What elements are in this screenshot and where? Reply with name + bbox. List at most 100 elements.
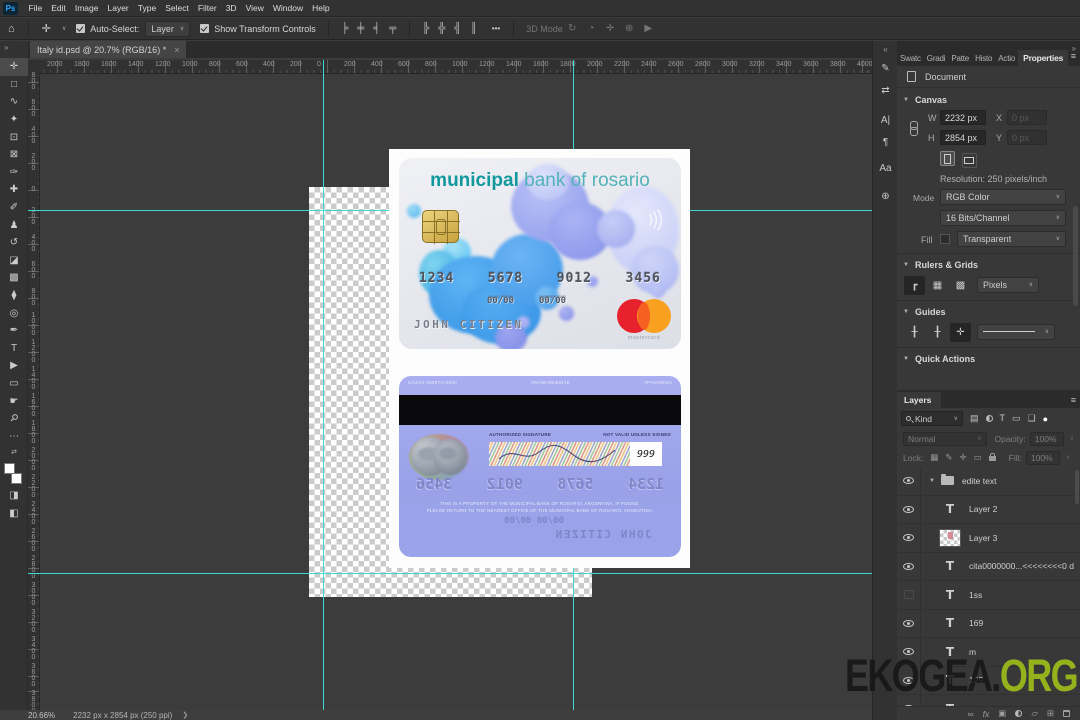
layer-filter-kind-dropdown[interactable]: Kind ∨ [901, 411, 963, 426]
panel-tab-patte[interactable]: Patte [948, 51, 972, 66]
menu-view[interactable]: View [241, 3, 268, 13]
layer-name[interactable]: cita0000000...<<<<<<<<0 d [969, 561, 1074, 571]
ruler-toggle-icon[interactable]: ┏ [904, 275, 925, 295]
panel-tab-gradi[interactable]: Gradi [924, 51, 949, 66]
ruler-units-dropdown[interactable]: Pixels ∨ [977, 276, 1039, 293]
menu-help[interactable]: Help [308, 3, 334, 13]
move-tool[interactable]: ✛ [0, 58, 28, 76]
guide-style-dropdown[interactable]: ∨ [977, 323, 1055, 340]
lock-all-icon[interactable] [988, 453, 996, 461]
layer-name[interactable]: 1ss [969, 590, 982, 600]
tool-preset-arrow-icon[interactable]: ∨ [62, 25, 66, 32]
pen-tool[interactable]: ✒ [0, 322, 28, 340]
vertical-guide[interactable] [323, 60, 324, 710]
rectangle-tool[interactable]: ▭ [0, 375, 28, 393]
rulers-grids-section-header[interactable]: ▼ Rulers & Grids [897, 256, 1080, 274]
layer-thumbnail[interactable] [939, 528, 961, 547]
menu-type[interactable]: Type [133, 3, 160, 13]
horizontal-guide[interactable] [28, 210, 389, 211]
smart-object-filter-icon[interactable]: ❏ [1028, 413, 1036, 423]
menu-edit[interactable]: Edit [47, 3, 71, 13]
link-layers-icon[interactable]: ∞ [968, 709, 974, 719]
move-tool-icon[interactable]: ✛ [42, 22, 51, 35]
filter-toggle-icon[interactable]: ● [1043, 414, 1048, 424]
adjustments-panel-icon[interactable]: ⇄ [873, 79, 898, 101]
toolbar-overflow[interactable]: » [0, 41, 28, 58]
fill-dropdown[interactable]: Transparent ∨ [957, 230, 1066, 247]
panel-tab-histo[interactable]: Histo [972, 51, 995, 66]
distribute-left-icon[interactable]: ╠ [418, 23, 434, 34]
background-color-swatch[interactable] [11, 473, 22, 485]
type-layer-filter-icon[interactable]: T [1000, 413, 1006, 423]
lock-pixels-icon[interactable]: ✎ [945, 452, 952, 463]
eraser-tool[interactable]: ◪ [0, 252, 28, 270]
bit-depth-dropdown[interactable]: 16 Bits/Channel ∨ [940, 209, 1066, 226]
show-transform-checkbox[interactable] [200, 24, 210, 33]
opacity-field[interactable]: 100% [1029, 431, 1064, 446]
layer-row[interactable]: Tcita0000000...<<<<<<<<0 d [897, 552, 1080, 581]
lasso-tool[interactable]: ∿ [0, 93, 28, 111]
distribute-vertical-icon[interactable]: ║ [466, 23, 482, 34]
layer-row[interactable]: T 169 [897, 609, 1080, 638]
link-dimensions-icon[interactable] [910, 121, 918, 136]
object-selection-tool[interactable]: ✦ [0, 111, 28, 129]
blur-tool[interactable]: ⧫ [0, 287, 28, 305]
crop-tool[interactable]: ⊡ [0, 128, 28, 146]
align-center-icon[interactable]: ╪ [353, 23, 369, 34]
history-brush-tool[interactable]: ↺ [0, 234, 28, 252]
fill-field[interactable]: 100% [1025, 450, 1060, 465]
dock-collapse-icon[interactable]: « [873, 41, 898, 57]
lock-transparency-icon[interactable]: ▦ [930, 452, 938, 463]
document-canvas-area[interactable]: municipal bank of rosario 1234 5678 9012 34… [28, 58, 872, 710]
distribute-center-icon[interactable]: ╬ [434, 23, 450, 34]
layer-row[interactable]: Layer 3 [897, 524, 1080, 553]
properties-menu-icon[interactable]: ≡ [1071, 51, 1076, 61]
layer-row[interactable]: T Layer 2 [897, 495, 1080, 524]
menu-file[interactable]: File [24, 3, 47, 13]
blend-mode-dropdown[interactable]: Normal ∨ [903, 431, 987, 446]
marquee-tool[interactable]: □ [0, 76, 28, 94]
3d-slide-icon[interactable]: ⊕ [620, 23, 639, 34]
menu-image[interactable]: Image [70, 3, 103, 13]
canvas-height-field[interactable]: 2854 px [940, 130, 986, 145]
new-group-icon[interactable]: ▱ [1031, 708, 1038, 719]
layer-row[interactable]: ▼ edite text [897, 467, 1080, 496]
more-tools[interactable]: ⋯ [0, 427, 28, 445]
lock-position-icon[interactable]: ✛ [959, 452, 966, 463]
clone-stamp-tool[interactable]: ♟ [0, 216, 28, 234]
layers-menu-icon[interactable]: ≡ [1071, 395, 1076, 405]
portrait-orientation-button[interactable] [940, 151, 955, 166]
vertical-guide[interactable] [573, 568, 574, 710]
status-arrow-icon[interactable]: ❯ [182, 711, 188, 719]
menu-window[interactable]: Window [268, 3, 307, 13]
layer-visibility-icon[interactable] [897, 609, 921, 637]
align-top-icon[interactable]: ╤ [385, 23, 401, 34]
layer-name[interactable]: Layer 2 [969, 504, 997, 514]
panel-tab-actio[interactable]: Actio [995, 51, 1018, 66]
3d-orbit-icon[interactable]: ↻ [563, 23, 582, 34]
quick-actions-section-header[interactable]: ▼ Quick Actions [897, 350, 1080, 368]
adjustment-layer-icon[interactable] [1015, 710, 1023, 717]
distribute-right-icon[interactable]: ╣ [450, 23, 466, 34]
character-panel-icon[interactable]: ✎ [873, 57, 898, 79]
guides-toggle-icon[interactable]: ╂ [904, 323, 925, 342]
gradient-tool[interactable]: ▩ [0, 269, 28, 287]
3d-panel-icon[interactable]: ⊕ [873, 185, 898, 207]
type-tool[interactable]: T [0, 340, 28, 358]
new-layer-icon[interactable]: ⊞ [1047, 708, 1054, 719]
horizontal-guide[interactable] [690, 210, 872, 211]
3d-roll-icon[interactable]: ◔ [582, 23, 601, 34]
text-layer-icon[interactable]: T [939, 616, 961, 630]
layer-visibility-icon[interactable] [897, 524, 921, 552]
foreground-color-swatch[interactable] [4, 463, 15, 475]
horizontal-guide[interactable] [28, 573, 872, 574]
3d-pan-icon[interactable]: ✛ [601, 23, 620, 34]
adjustment-layer-filter-icon[interactable] [985, 415, 993, 423]
more-options-icon[interactable]: ••• [492, 24, 500, 33]
pixel-grid-toggle-icon[interactable]: ▩ [950, 276, 971, 295]
document-row[interactable]: Document [897, 66, 1080, 88]
text-layer-icon[interactable]: T [939, 588, 961, 602]
3d-camera-icon[interactable]: ▶ [639, 23, 658, 34]
type-panel-icon[interactable]: A| [873, 109, 898, 131]
lock-artboard-icon[interactable]: ▭ [974, 452, 982, 463]
